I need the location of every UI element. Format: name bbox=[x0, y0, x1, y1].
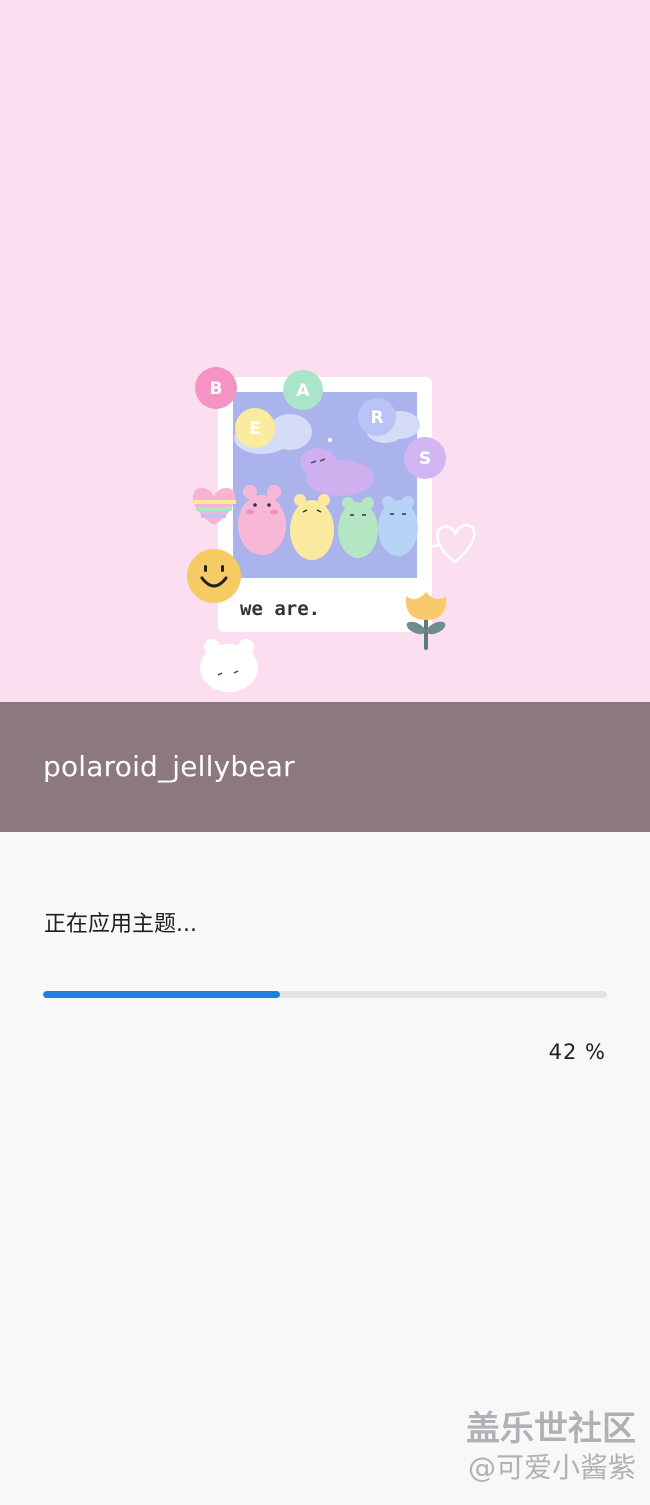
balloon-letter-r: R bbox=[370, 408, 383, 428]
theme-title-bar: polaroid_jellybear bbox=[0, 702, 650, 832]
polaroid-jellybear-illustration: B E A R S we are. bbox=[187, 367, 476, 692]
white-bear-figure bbox=[200, 639, 258, 692]
theme-name: polaroid_jellybear bbox=[43, 750, 295, 783]
watermark-author: @可爱小酱紫 bbox=[467, 1451, 636, 1484]
theme-preview-image: B E A R S we are. bbox=[0, 0, 650, 702]
balloon-letter-a: A bbox=[296, 381, 310, 401]
smiley-face-icon bbox=[187, 549, 241, 603]
balloon-letter-e: E bbox=[249, 419, 261, 439]
polaroid-caption: we are. bbox=[240, 598, 320, 620]
green-bear-figure bbox=[338, 497, 378, 558]
apply-theme-panel: 正在应用主题... 42 % 盖乐世社区 @可爱小酱紫 bbox=[0, 832, 650, 1505]
apply-progress-fill bbox=[43, 991, 280, 998]
community-watermark: 盖乐世社区 @可爱小酱紫 bbox=[466, 1408, 636, 1486]
balloon-letter-s: S bbox=[419, 449, 431, 469]
balloon-letter-b: B bbox=[210, 379, 223, 399]
apply-status-text: 正在应用主题... bbox=[44, 912, 197, 937]
apply-progress-bar bbox=[43, 991, 607, 998]
outline-heart-icon bbox=[431, 524, 476, 564]
blue-bear-figure bbox=[378, 496, 418, 556]
watermark-community-name: 盖乐世社区 bbox=[466, 1408, 636, 1449]
yellow-bear-figure bbox=[290, 494, 334, 560]
pink-bear-figure bbox=[238, 485, 286, 555]
apply-progress-percent: 42 % bbox=[548, 1040, 606, 1064]
